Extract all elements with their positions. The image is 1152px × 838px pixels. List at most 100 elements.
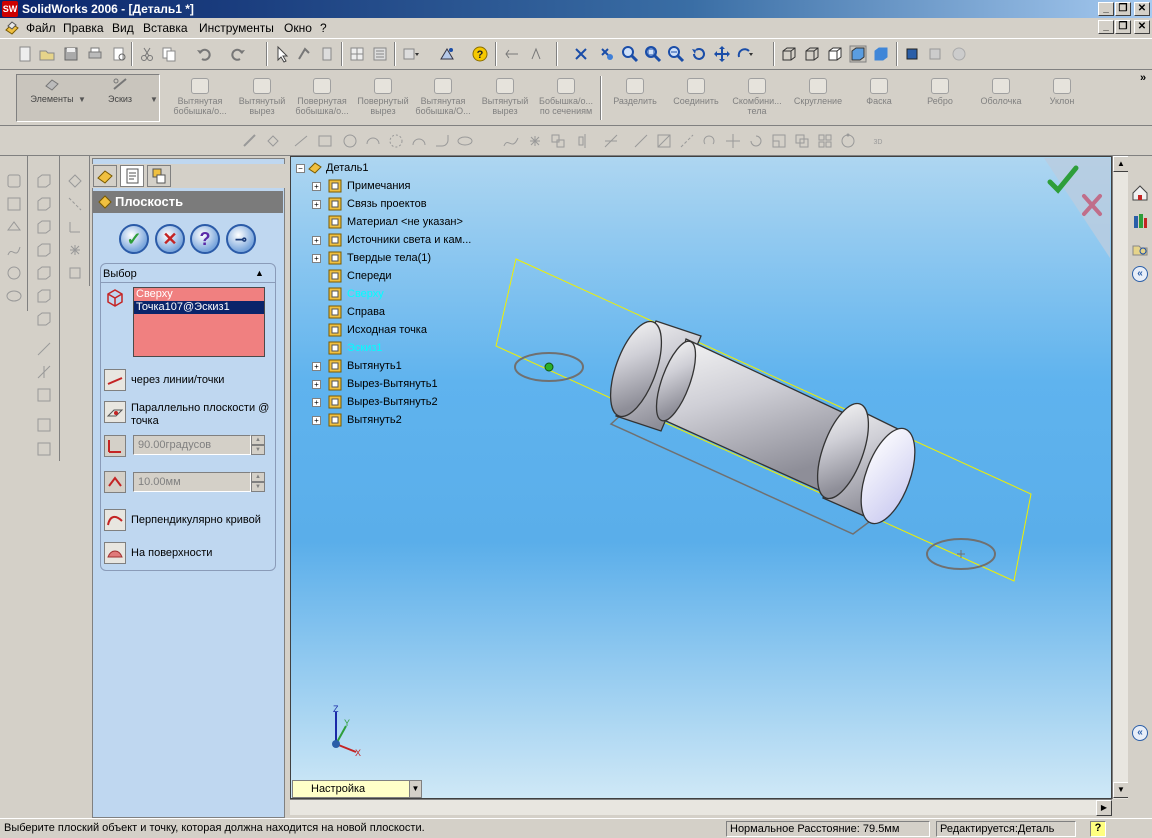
revolved-cut-button[interactable]: Повернутый вырез — [351, 74, 415, 122]
tab-feature-manager[interactable] — [93, 165, 117, 187]
open-icon[interactable] — [38, 45, 56, 63]
previous-view-icon[interactable] — [598, 45, 616, 63]
v-feature-6-icon[interactable] — [35, 287, 53, 305]
zoom-to-fit-icon[interactable] — [621, 45, 639, 63]
point-icon[interactable] — [526, 132, 544, 150]
v-feature-11-icon[interactable] — [35, 416, 53, 434]
minimize-button[interactable]: _ — [1098, 2, 1114, 16]
tab-property-manager[interactable] — [120, 165, 144, 187]
on-surface-icon[interactable] — [104, 542, 126, 564]
vertical-tool-5-icon[interactable] — [5, 264, 23, 282]
save-icon[interactable] — [62, 45, 80, 63]
close-button[interactable]: ✕ — [1134, 2, 1150, 16]
redo-icon[interactable] — [229, 45, 247, 63]
v-feature-3-icon[interactable] — [35, 218, 53, 236]
help-button[interactable]: ? — [190, 224, 220, 254]
circular-pattern-icon[interactable] — [839, 132, 857, 150]
grid-icon[interactable] — [348, 45, 366, 63]
parallel-plane-point-label[interactable]: Параллельно плоскости @ точка — [131, 402, 271, 428]
sketch-relations-icon[interactable] — [503, 45, 521, 63]
rectangle-icon[interactable] — [316, 132, 334, 150]
v-feature-2-icon[interactable] — [35, 195, 53, 213]
tab-configuration-manager[interactable] — [147, 165, 171, 187]
menu-edit[interactable]: Правка — [63, 21, 104, 35]
parallel-plane-point-icon[interactable] — [104, 401, 126, 423]
new-icon[interactable] — [16, 45, 34, 63]
section-view-icon[interactable] — [927, 45, 945, 63]
restore-button[interactable]: ❐ — [1115, 2, 1131, 16]
tree-expander[interactable]: + — [312, 254, 321, 263]
rotate-sketch-icon[interactable] — [747, 132, 765, 150]
tree-expander[interactable]: + — [312, 416, 321, 425]
draft-button[interactable]: Уклон — [1030, 74, 1094, 122]
v-feature-8-icon[interactable] — [35, 340, 53, 358]
menu-window[interactable]: Окно — [284, 21, 312, 35]
rib-button[interactable]: Ребро — [908, 74, 972, 122]
v-feature-4-icon[interactable] — [35, 241, 53, 259]
tree-expander[interactable]: + — [312, 200, 321, 209]
offset-spinner[interactable]: ▲ ▼ — [251, 472, 265, 492]
rotate-view-icon[interactable] — [690, 45, 708, 63]
circle-icon[interactable] — [341, 132, 359, 150]
tree-expander[interactable]: + — [312, 362, 321, 371]
doc-minimize-button[interactable]: _ — [1098, 20, 1114, 34]
view-orientation-icon[interactable] — [572, 45, 590, 63]
file-explorer-icon[interactable] — [1131, 240, 1149, 258]
tree-root-expander[interactable]: − — [296, 164, 305, 173]
hidden-lines-removed-icon[interactable] — [826, 45, 844, 63]
v-feature-9-icon[interactable] — [35, 363, 53, 381]
three-point-arc-icon[interactable] — [410, 132, 428, 150]
split-button[interactable]: Разделить — [603, 74, 667, 122]
display-dropdown-icon[interactable] — [402, 45, 420, 63]
linear-pattern-icon[interactable] — [816, 132, 834, 150]
coordinate-system-icon[interactable] — [66, 218, 84, 236]
smart-dimension-icon[interactable] — [528, 45, 546, 63]
expand-task-pane-icon[interactable]: « — [1132, 725, 1148, 741]
offset-distance-icon[interactable] — [104, 471, 126, 493]
mate-reference-icon[interactable] — [66, 264, 84, 282]
normal-to-curve-icon[interactable] — [104, 509, 126, 531]
v-feature-5-icon[interactable] — [35, 264, 53, 282]
revolved-boss-button[interactable]: Повернутая бобышка/о... — [290, 74, 354, 122]
cut-icon[interactable] — [138, 45, 156, 63]
selection-list[interactable]: Сверху Точка107@Эскиз1 — [133, 287, 265, 357]
tree-expander[interactable]: + — [312, 380, 321, 389]
features-dropdown-arrow[interactable]: ▼ — [78, 95, 86, 104]
angle-spinner[interactable]: ▲ ▼ — [251, 435, 265, 455]
scroll-down-button[interactable]: ▼ — [1113, 782, 1129, 798]
rebuild-icon[interactable] — [295, 45, 313, 63]
design-library-icon[interactable] — [1131, 212, 1149, 230]
v-feature-12-icon[interactable] — [35, 440, 53, 458]
shaded-with-edges-icon[interactable] — [849, 45, 867, 63]
perspective-icon[interactable] — [904, 45, 922, 63]
ellipse-icon[interactable] — [456, 132, 474, 150]
shaded-icon[interactable] — [872, 45, 890, 63]
extruded-boss-button[interactable]: Вытянутая бобышка/о... — [168, 74, 232, 122]
hidden-lines-visible-icon[interactable] — [803, 45, 821, 63]
move-icon[interactable] — [724, 132, 742, 150]
join-bodies-button[interactable]: Скомбини... тела — [725, 74, 789, 122]
menu-tools[interactable]: Инструменты — [199, 21, 274, 35]
options-icon[interactable] — [371, 45, 389, 63]
part-document-icon[interactable] — [4, 20, 20, 36]
spline-icon[interactable] — [502, 132, 520, 150]
print-preview-icon[interactable] — [110, 45, 128, 63]
zoom-to-area-icon[interactable] — [644, 45, 662, 63]
smart-dim-icon[interactable] — [264, 132, 282, 150]
undo-icon[interactable] — [195, 45, 213, 63]
vertical-tool-1-icon[interactable] — [5, 172, 23, 190]
normal-to-curve-label[interactable]: Перпендикулярно кривой — [131, 514, 261, 526]
rotate-dropdown-icon[interactable] — [736, 45, 754, 63]
sketch-tool-icon[interactable] — [241, 132, 259, 150]
reference-point-icon[interactable] — [66, 241, 84, 259]
status-help-icon[interactable]: ? — [1090, 821, 1106, 837]
extruded-cut-button[interactable]: Вытянутый вырез — [230, 74, 294, 122]
realview-icon[interactable] — [950, 45, 968, 63]
collapse-group-icon[interactable]: ▲ — [255, 268, 264, 278]
scale-icon[interactable] — [770, 132, 788, 150]
vertical-tool-6-icon[interactable] — [5, 287, 23, 305]
collapse-task-pane-icon[interactable]: « — [1132, 266, 1148, 282]
menu-insert[interactable]: Вставка — [143, 21, 188, 35]
sketch-3d-icon[interactable]: 3D — [869, 132, 887, 150]
menu-file[interactable]: Файл — [26, 21, 56, 35]
